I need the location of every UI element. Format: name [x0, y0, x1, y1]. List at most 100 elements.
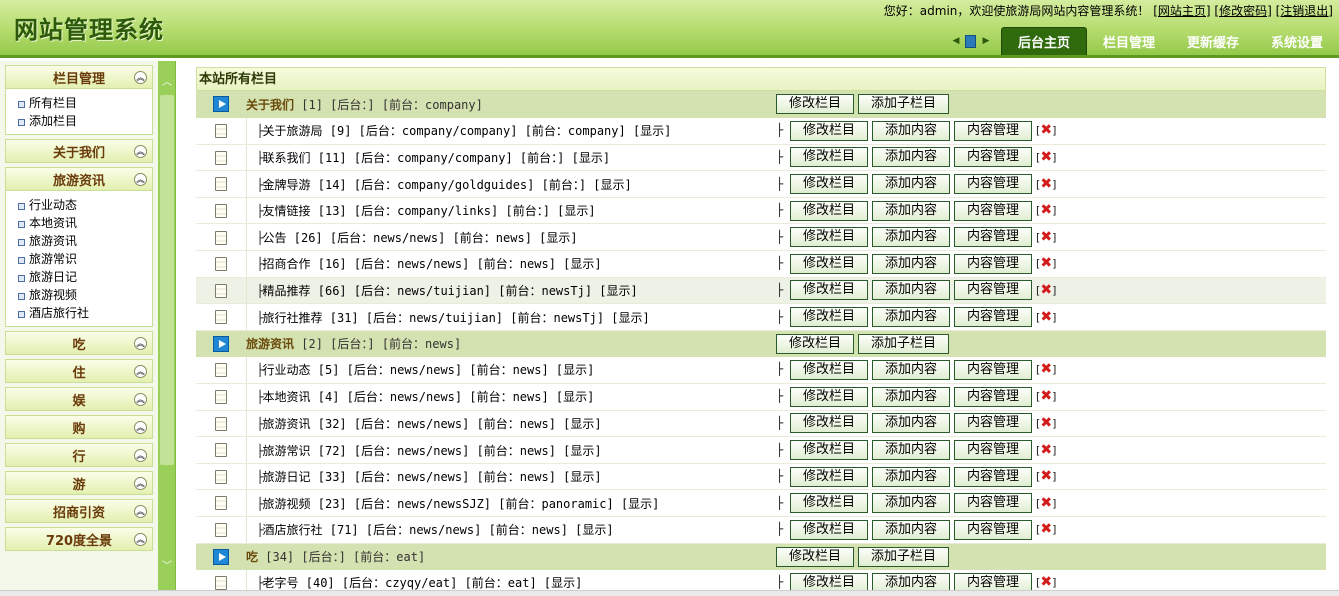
- collapse-icon[interactable]: ︽: [134, 365, 147, 378]
- sidebar-section-header[interactable]: 关于我们 ︽: [5, 139, 153, 163]
- change-password-link[interactable]: [修改密码]: [1214, 4, 1271, 18]
- home-link[interactable]: [网站主页]: [1153, 4, 1210, 18]
- add-content-button[interactable]: 添加内容: [872, 120, 951, 141]
- delete-icon[interactable]: ✖: [1040, 415, 1052, 431]
- sidebar-section-header[interactable]: 旅游资讯 ︽: [5, 167, 153, 191]
- manage-content-button[interactable]: 内容管理: [954, 120, 1033, 141]
- edit-column-button[interactable]: 修改栏目: [790, 253, 869, 274]
- scroll-down-icon[interactable]: ﹀: [161, 557, 173, 572]
- delete-icon[interactable]: ✖: [1040, 282, 1052, 298]
- delete-icon[interactable]: ✖: [1040, 122, 1052, 138]
- collapse-icon[interactable]: ︽: [134, 173, 147, 186]
- edit-column-button[interactable]: 修改栏目: [790, 307, 869, 328]
- add-child-column-button[interactable]: 添加子栏目: [858, 94, 950, 115]
- edit-column-button[interactable]: 修改栏目: [790, 386, 869, 407]
- sidebar-section-header[interactable]: 吃 ︽: [5, 331, 153, 355]
- edit-column-button[interactable]: 修改栏目: [790, 519, 869, 540]
- expand-arrow-icon[interactable]: [213, 96, 229, 113]
- sidebar-item[interactable]: 旅游日记: [16, 268, 152, 286]
- collapse-icon[interactable]: ︽: [134, 533, 147, 546]
- sidebar-section-header[interactable]: 住 ︽: [5, 359, 153, 383]
- delete-icon[interactable]: ✖: [1040, 202, 1052, 218]
- manage-content-button[interactable]: 内容管理: [954, 307, 1033, 328]
- collapse-icon[interactable]: ︽: [134, 477, 147, 490]
- add-content-button[interactable]: 添加内容: [872, 440, 951, 461]
- edit-column-button[interactable]: 修改栏目: [776, 333, 855, 354]
- manage-content-button[interactable]: 内容管理: [954, 519, 1033, 540]
- edit-column-button[interactable]: 修改栏目: [790, 147, 869, 168]
- edit-column-button[interactable]: 修改栏目: [776, 546, 855, 567]
- arrow-left-icon[interactable]: ◀: [953, 36, 960, 46]
- manage-content-button[interactable]: 内容管理: [954, 227, 1033, 248]
- delete-icon[interactable]: ✖: [1040, 149, 1052, 165]
- add-content-button[interactable]: 添加内容: [872, 227, 951, 248]
- sidebar-item[interactable]: 酒店旅行社: [16, 304, 152, 322]
- collapse-icon[interactable]: ︽: [134, 71, 147, 84]
- tab-system-settings[interactable]: 系统设置: [1255, 27, 1339, 55]
- collapse-icon[interactable]: ︽: [134, 449, 147, 462]
- collapse-icon[interactable]: ︽: [134, 505, 147, 518]
- edit-column-button[interactable]: 修改栏目: [776, 94, 855, 115]
- manage-content-button[interactable]: 内容管理: [954, 147, 1033, 168]
- add-child-column-button[interactable]: 添加子栏目: [858, 333, 950, 354]
- delete-icon[interactable]: ✖: [1040, 495, 1052, 511]
- add-content-button[interactable]: 添加内容: [872, 200, 951, 221]
- tab-admin-home[interactable]: 后台主页: [1000, 27, 1087, 55]
- edit-column-button[interactable]: 修改栏目: [790, 493, 869, 514]
- delete-icon[interactable]: ✖: [1040, 442, 1052, 458]
- add-content-button[interactable]: 添加内容: [872, 307, 951, 328]
- add-content-button[interactable]: 添加内容: [872, 147, 951, 168]
- add-content-button[interactable]: 添加内容: [872, 519, 951, 540]
- add-content-button[interactable]: 添加内容: [872, 466, 951, 487]
- sidebar-section-header[interactable]: 娱 ︽: [5, 387, 153, 411]
- delete-icon[interactable]: ✖: [1040, 521, 1052, 537]
- sidebar-section-header[interactable]: 行 ︽: [5, 443, 153, 467]
- manage-content-button[interactable]: 内容管理: [954, 359, 1033, 380]
- tab-column-management[interactable]: 栏目管理: [1087, 27, 1171, 55]
- add-content-button[interactable]: 添加内容: [872, 413, 951, 434]
- expand-arrow-icon[interactable]: [213, 548, 229, 565]
- edit-column-button[interactable]: 修改栏目: [790, 413, 869, 434]
- manage-content-button[interactable]: 内容管理: [954, 493, 1033, 514]
- arrow-right-icon[interactable]: ▶: [982, 36, 989, 46]
- add-content-button[interactable]: 添加内容: [872, 280, 951, 301]
- sidebar-item[interactable]: 行业动态: [16, 196, 152, 214]
- manage-content-button[interactable]: 内容管理: [954, 253, 1033, 274]
- delete-icon[interactable]: ✖: [1040, 468, 1052, 484]
- edit-column-button[interactable]: 修改栏目: [790, 200, 869, 221]
- add-content-button[interactable]: 添加内容: [872, 493, 951, 514]
- delete-icon[interactable]: ✖: [1040, 388, 1052, 404]
- expand-arrow-icon[interactable]: [213, 335, 229, 352]
- collapse-icon[interactable]: ︽: [134, 337, 147, 350]
- scroll-up-icon[interactable]: ︿: [161, 73, 173, 88]
- edit-column-button[interactable]: 修改栏目: [790, 280, 869, 301]
- bottom-scrollbar[interactable]: [0, 590, 1339, 596]
- sidebar-item[interactable]: 所有栏目: [16, 94, 152, 112]
- sidebar-item[interactable]: 旅游视频: [16, 286, 152, 304]
- scrollbar-track[interactable]: [160, 95, 174, 465]
- sidebar-item[interactable]: 添加栏目: [16, 112, 152, 130]
- edit-column-button[interactable]: 修改栏目: [790, 440, 869, 461]
- add-content-button[interactable]: 添加内容: [872, 174, 951, 195]
- edit-column-button[interactable]: 修改栏目: [790, 174, 869, 195]
- delete-icon[interactable]: ✖: [1040, 309, 1052, 325]
- logout-link[interactable]: [注销退出]: [1276, 4, 1333, 18]
- sidebar-splitter[interactable]: ︿ ﹀: [158, 61, 176, 596]
- manage-content-button[interactable]: 内容管理: [954, 466, 1033, 487]
- delete-icon[interactable]: ✖: [1040, 574, 1052, 590]
- tab-update-cache[interactable]: 更新缓存: [1171, 27, 1255, 55]
- delete-icon[interactable]: ✖: [1040, 176, 1052, 192]
- edit-column-button[interactable]: 修改栏目: [790, 120, 869, 141]
- add-content-button[interactable]: 添加内容: [872, 253, 951, 274]
- sidebar-section-header[interactable]: 购 ︽: [5, 415, 153, 439]
- edit-column-button[interactable]: 修改栏目: [790, 359, 869, 380]
- sidebar-item[interactable]: 旅游资讯: [16, 232, 152, 250]
- collapse-icon[interactable]: ︽: [134, 145, 147, 158]
- manage-content-button[interactable]: 内容管理: [954, 280, 1033, 301]
- collapse-icon[interactable]: ︽: [134, 421, 147, 434]
- delete-icon[interactable]: ✖: [1040, 361, 1052, 377]
- edit-column-button[interactable]: 修改栏目: [790, 227, 869, 248]
- sidebar-section-header[interactable]: 游 ︽: [5, 471, 153, 495]
- edit-column-button[interactable]: 修改栏目: [790, 466, 869, 487]
- sidebar-section-header[interactable]: 招商引资 ︽: [5, 499, 153, 523]
